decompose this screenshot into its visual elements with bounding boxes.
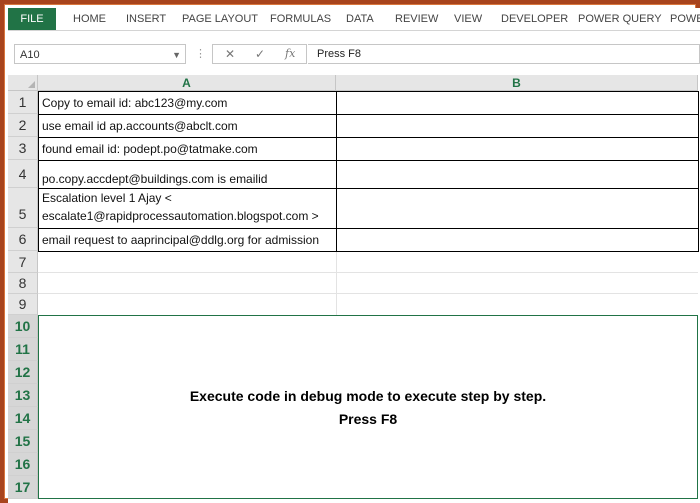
cell-a5[interactable]: Escalation level 1 Ajay < escalate1@rapi…	[38, 188, 337, 229]
formula-buttons: ✕ ✓ fx	[212, 44, 307, 64]
tab-power-query[interactable]: POWER QUERY	[578, 8, 662, 30]
column-header-b[interactable]: B	[336, 75, 698, 91]
formula-input[interactable]: Press F8	[308, 44, 700, 64]
row-header-8[interactable]: 8	[8, 273, 38, 294]
row-header-13[interactable]: 13	[8, 384, 38, 407]
cell-a5-line-2: escalate1@rapidprocessautomation.blogspo…	[42, 209, 319, 223]
row-header-9[interactable]: 9	[8, 294, 38, 315]
debug-instruction-text: Execute code in debug mode to execute st…	[189, 388, 547, 404]
row-header-14[interactable]: 14	[8, 407, 38, 430]
name-box-value: A10	[20, 49, 40, 61]
tab-review[interactable]: REVIEW	[395, 8, 438, 30]
row-header-7[interactable]: 7	[8, 251, 38, 273]
row-header-10[interactable]: 10	[8, 315, 38, 338]
enter-icon[interactable]: ✓	[255, 45, 265, 63]
gridline	[38, 293, 698, 294]
tab-data[interactable]: DATA	[346, 8, 374, 30]
spreadsheet-grid: A B 1 2 3 4 5 6 7 8 9 10 11 12 13 14 15 …	[8, 75, 700, 503]
cell-b1[interactable]	[336, 91, 699, 115]
tab-power-pivot[interactable]: POWE	[670, 8, 700, 30]
select-all-button[interactable]	[8, 75, 38, 91]
name-box[interactable]: A10 ▼	[14, 44, 186, 64]
window-frame: FILE HOME INSERT PAGE LAYOUT FORMULAS DA…	[0, 0, 700, 503]
row-header-5[interactable]: 5	[8, 188, 38, 228]
chevron-down-icon[interactable]: ▼	[172, 45, 181, 65]
cell-b5[interactable]	[336, 188, 699, 229]
row-header-12[interactable]: 12	[8, 361, 38, 384]
cancel-icon[interactable]: ✕	[225, 45, 235, 63]
cell-a5-line-1: Escalation level 1 Ajay <	[42, 191, 172, 205]
tab-home[interactable]: HOME	[73, 8, 106, 30]
cell-a1[interactable]: Copy to email id: abc123@my.com	[38, 91, 337, 115]
ribbon-tabs: FILE HOME INSERT PAGE LAYOUT FORMULAS DA…	[8, 8, 700, 31]
tab-formulas[interactable]: FORMULAS	[270, 8, 331, 30]
cell-b2[interactable]	[336, 114, 699, 138]
row-header-6[interactable]: 6	[8, 228, 38, 251]
cell-a2[interactable]: use email id ap.accounts@abclt.com	[38, 114, 337, 138]
gridline	[38, 272, 698, 273]
row-header-4[interactable]: 4	[8, 160, 38, 188]
formula-toolbar: A10 ▼ ⋮ ✕ ✓ fx Press F8	[8, 31, 700, 75]
tab-file[interactable]: FILE	[8, 8, 56, 30]
tab-page-layout[interactable]: PAGE LAYOUT	[182, 8, 258, 30]
row-header-2[interactable]: 2	[8, 114, 38, 137]
row-header-17[interactable]: 17	[8, 476, 38, 499]
tab-view[interactable]: VIEW	[454, 8, 482, 30]
row-header-15[interactable]: 15	[8, 430, 38, 453]
cell-a4[interactable]: po.copy.accdept@buildings.com is emailid	[38, 160, 337, 189]
more-options-icon[interactable]: ⋮	[195, 44, 206, 64]
press-f8-text: Press F8	[338, 411, 398, 427]
tab-insert[interactable]: INSERT	[126, 8, 166, 30]
row-header-11[interactable]: 11	[8, 338, 38, 361]
cell-b4[interactable]	[336, 160, 699, 189]
gridline	[336, 251, 337, 315]
insert-function-icon[interactable]: fx	[285, 45, 295, 63]
row-header-1[interactable]: 1	[8, 91, 38, 114]
row-header-16[interactable]: 16	[8, 453, 38, 476]
cell-b6[interactable]	[336, 228, 699, 252]
merged-cell-a10[interactable]: Execute code in debug mode to execute st…	[38, 315, 698, 499]
column-header-a[interactable]: A	[38, 75, 336, 91]
cell-a6[interactable]: email request to aaprincipal@ddlg.org fo…	[38, 228, 337, 252]
tab-developer[interactable]: DEVELOPER	[501, 8, 568, 30]
cell-b3[interactable]	[336, 137, 699, 161]
row-header-3[interactable]: 3	[8, 137, 38, 160]
cell-a3[interactable]: found email id: podept.po@tatmake.com	[38, 137, 337, 161]
